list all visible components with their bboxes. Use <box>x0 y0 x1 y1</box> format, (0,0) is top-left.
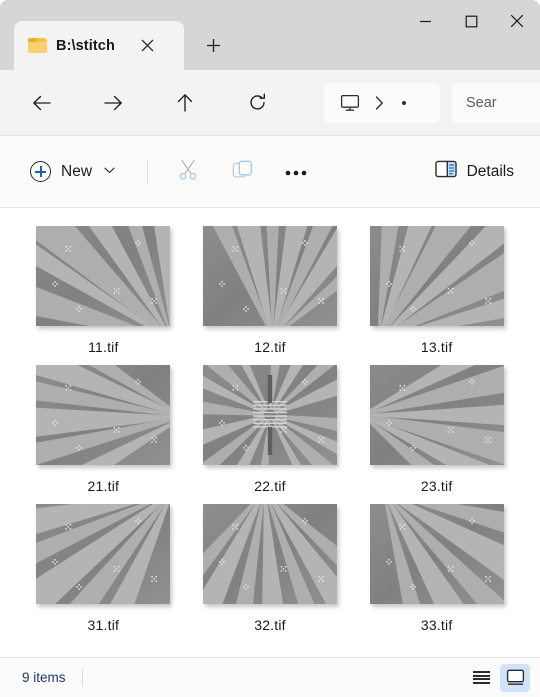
details-pane-icon <box>434 160 457 183</box>
file-thumbnail[interactable] <box>36 226 171 326</box>
file-item[interactable]: 33.tif <box>353 504 520 633</box>
file-thumbnail[interactable] <box>369 504 504 604</box>
file-item[interactable]: 11.tif <box>20 226 187 355</box>
file-name-label: 12.tif <box>254 339 286 355</box>
forward-arrow-icon[interactable] <box>94 84 132 122</box>
status-divider <box>81 669 83 686</box>
view-toggle-group <box>466 663 530 692</box>
file-item[interactable]: 13.tif <box>353 226 520 355</box>
file-thumbnail[interactable] <box>202 504 337 604</box>
plus-circle-icon <box>30 161 51 182</box>
chevron-right-icon[interactable] <box>368 90 390 116</box>
file-thumbnail[interactable] <box>369 365 504 465</box>
chevron-down-icon[interactable] <box>104 166 115 177</box>
file-name-label: 32.tif <box>254 617 286 633</box>
more-options-button[interactable] <box>274 154 318 190</box>
tab-stitch[interactable]: B:\stitch <box>14 21 184 70</box>
new-button[interactable]: New <box>26 154 125 190</box>
file-item[interactable]: 12.tif <box>187 226 354 355</box>
navigation-bar: Sear <box>0 70 540 136</box>
tab-strip: B:\stitch <box>0 0 230 70</box>
minimize-icon[interactable] <box>402 0 448 42</box>
file-thumbnail[interactable] <box>36 365 171 465</box>
details-button-label: Details <box>466 162 514 180</box>
this-pc-monitor-icon[interactable] <box>336 89 364 117</box>
dot-icon[interactable] <box>394 90 414 116</box>
file-thumbnail[interactable] <box>36 504 171 604</box>
file-list-area[interactable]: 11.tif 12.tif 13.tif 21.tif 22.tif 23.tif 31.t… <box>0 208 540 657</box>
file-item[interactable]: 23.tif <box>353 365 520 494</box>
refresh-icon[interactable] <box>238 84 276 122</box>
scissors-icon <box>178 159 198 185</box>
file-thumbnail[interactable] <box>369 226 504 326</box>
cut-button[interactable] <box>166 154 210 190</box>
copy-button[interactable] <box>220 154 264 190</box>
maximize-icon[interactable] <box>448 0 494 42</box>
list-view-icon[interactable] <box>466 664 496 692</box>
copy-icon <box>232 159 253 185</box>
file-explorer-window: B:\stitch Sear New Details 11.tif 12.tif… <box>0 0 540 697</box>
file-name-label: 23.tif <box>420 478 453 494</box>
file-item[interactable]: 21.tif <box>20 365 187 494</box>
file-name-label: 33.tif <box>420 617 453 633</box>
folder-icon <box>28 38 47 53</box>
address-bar[interactable] <box>324 82 440 123</box>
thumbnail-view-icon[interactable] <box>500 663 530 692</box>
file-grid: 11.tif 12.tif 13.tif 21.tif 22.tif 23.tif 31.t… <box>0 226 540 633</box>
file-item[interactable]: 32.tif <box>187 504 354 633</box>
file-name-label: 13.tif <box>420 339 453 355</box>
new-tab-button[interactable] <box>196 28 230 62</box>
file-thumbnail[interactable] <box>202 226 337 326</box>
back-arrow-icon[interactable] <box>22 84 60 122</box>
file-thumbnail[interactable] <box>202 365 337 465</box>
title-bar: B:\stitch <box>0 0 540 70</box>
search-input[interactable]: Sear <box>452 82 540 123</box>
up-arrow-icon[interactable] <box>166 84 204 122</box>
item-count-label: 9 items <box>22 670 66 685</box>
file-item[interactable]: 31.tif <box>20 504 187 633</box>
tab-title: B:\stitch <box>56 37 115 54</box>
file-name-label: 31.tif <box>87 617 120 633</box>
file-item[interactable]: 22.tif <box>187 365 354 494</box>
command-toolbar: New Details <box>0 136 540 208</box>
toolbar-divider <box>147 158 149 185</box>
file-name-label: 22.tif <box>254 478 286 494</box>
window-controls <box>402 0 540 42</box>
details-button[interactable]: Details <box>427 154 522 190</box>
file-name-label: 11.tif <box>88 339 119 355</box>
new-button-label: New <box>61 162 93 180</box>
close-icon[interactable] <box>134 32 162 60</box>
close-icon[interactable] <box>494 0 540 42</box>
ellipsis-icon <box>285 163 307 181</box>
status-bar: 9 items <box>0 657 540 697</box>
file-name-label: 21.tif <box>87 478 120 494</box>
